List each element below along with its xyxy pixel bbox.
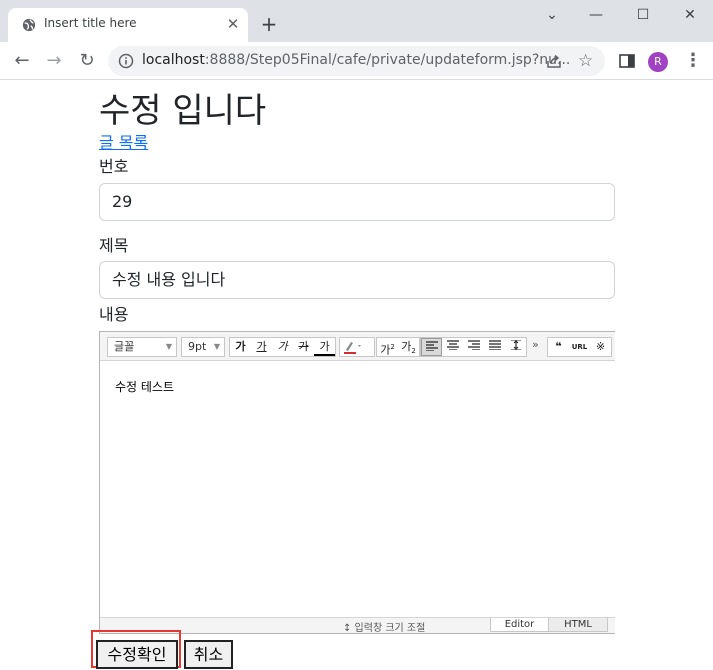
highlight-color-icon[interactable] [340, 338, 364, 356]
url-text[interactable]: localhost:8888/Step05Final/cafe/private/… [142, 52, 570, 68]
info-icon[interactable] [118, 53, 134, 69]
browser-toolbar: ← → ↻ localhost:8888/Step05Final/cafe/pr… [0, 42, 713, 80]
editor-toolbar: 글꼴 ▼ 9pt ▼ 가 가 가 가 가 가2 가2 » ❝ URL ※ [100, 332, 615, 361]
editor-body-text[interactable]: 수정 테스트 [115, 378, 174, 395]
bookmark-star-icon[interactable]: ☆ [578, 51, 593, 71]
page-content: 수정 입니다 글 목록 번호 29 제목 수정 내용 입니다 내용 글꼴 ▼ 9p… [0, 81, 713, 670]
browser-window: Insert title here ✕ + ⌄ — ☐ ✕ ← → ↻ loca… [0, 0, 713, 670]
alignment-group [420, 337, 527, 357]
font-size-select[interactable]: 9pt ▼ [181, 337, 225, 357]
rich-text-editor: 글꼴 ▼ 9pt ▼ 가 가 가 가 가 가2 가2 » ❝ URL ※ 수정 … [99, 331, 615, 634]
new-tab-button[interactable]: + [258, 13, 280, 35]
special-char-button[interactable]: ※ [590, 338, 611, 356]
share-icon[interactable] [545, 52, 563, 70]
align-justify-icon[interactable] [484, 338, 505, 356]
globe-icon [22, 18, 36, 32]
resize-handle[interactable]: ↕ 입력창 크기 조절 [343, 619, 425, 633]
script-group: 가2 가2 [376, 337, 420, 357]
more-menu-icon[interactable]: ⋮ [684, 51, 702, 71]
quote-button[interactable]: ❝ [548, 338, 569, 356]
underline-button[interactable]: 가 [251, 338, 272, 356]
align-center-icon[interactable] [442, 338, 463, 356]
content-label: 내용 [99, 305, 129, 324]
side-panel-icon[interactable] [618, 52, 636, 70]
reload-icon[interactable]: ↻ [75, 49, 99, 73]
bold-button[interactable]: 가 [230, 338, 251, 356]
minimize-icon[interactable]: — [583, 4, 609, 26]
strikethrough-button[interactable]: 가 [293, 338, 314, 356]
insert-group: ❝ URL ※ [547, 337, 612, 357]
highlight-color-group[interactable] [339, 337, 375, 357]
title-label: 제목 [99, 236, 129, 255]
back-icon[interactable]: ← [10, 49, 34, 73]
number-field[interactable]: 29 [99, 183, 615, 221]
page-title: 수정 입니다 [99, 91, 267, 131]
title-field[interactable]: 수정 내용 입니다 [99, 261, 615, 299]
superscript-button[interactable]: 가2 [377, 338, 398, 357]
line-height-icon[interactable] [505, 338, 526, 356]
chevron-down-icon: ▼ [165, 342, 172, 351]
more-tools-icon[interactable]: » [532, 338, 539, 351]
submit-button[interactable]: 수정확인 [96, 640, 178, 669]
font-family-select[interactable]: 글꼴 ▼ [107, 337, 177, 357]
avatar[interactable]: R [648, 52, 668, 72]
chevron-down-icon[interactable]: ⌄ [539, 4, 565, 26]
tab-editor-mode[interactable]: Editor [490, 618, 549, 632]
address-bar[interactable]: localhost:8888/Step05Final/cafe/private/… [108, 46, 605, 76]
subscript-button[interactable]: 가2 [398, 338, 419, 356]
browser-tab[interactable]: Insert title here ✕ [8, 8, 248, 42]
italic-button[interactable]: 가 [272, 338, 293, 356]
tab-strip: Insert title here ✕ + ⌄ — ☐ ✕ [0, 0, 713, 42]
maximize-icon[interactable]: ☐ [630, 4, 656, 26]
chevron-down-icon: ▼ [213, 342, 220, 351]
tab-title: Insert title here [44, 16, 137, 30]
font-color-button[interactable]: 가 [314, 338, 335, 356]
forward-icon[interactable]: → [42, 49, 66, 73]
url-button[interactable]: URL [569, 338, 590, 356]
text-style-group: 가 가 가 가 가 [229, 337, 336, 357]
window-close-icon[interactable]: ✕ [677, 4, 703, 26]
align-right-icon[interactable] [463, 338, 484, 356]
tab-html-mode[interactable]: HTML [548, 618, 608, 632]
cancel-button[interactable]: 취소 [184, 640, 233, 669]
number-label: 번호 [99, 157, 129, 176]
list-link[interactable]: 글 목록 [99, 129, 148, 153]
editor-content-area[interactable]: 수정 테스트 [100, 361, 615, 617]
align-left-icon[interactable] [421, 338, 442, 356]
close-icon[interactable]: ✕ [224, 15, 242, 33]
